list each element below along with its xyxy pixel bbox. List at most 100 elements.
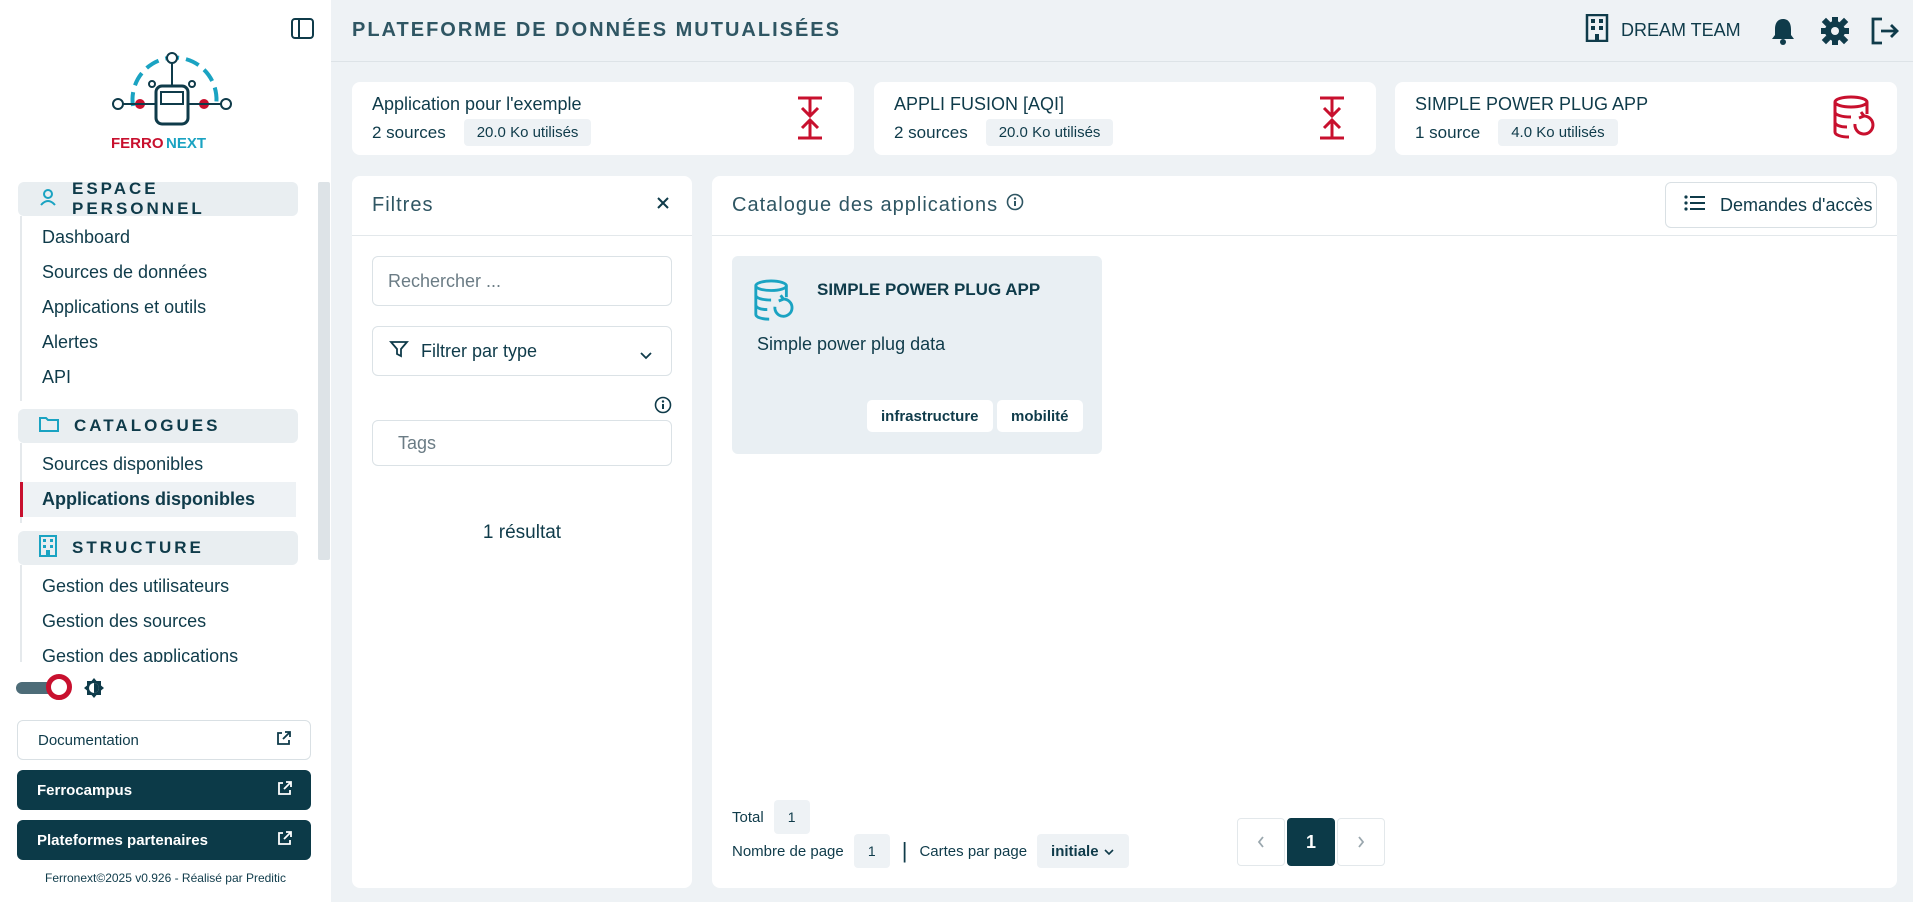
documentation-button[interactable]: Documentation	[17, 720, 311, 760]
pagination: 1	[1237, 818, 1385, 866]
type-filter-select[interactable]: Filtrer par type	[372, 326, 672, 376]
tags-input[interactable]: Tags	[372, 420, 672, 466]
usage-card-sources: 2 sources	[372, 122, 446, 142]
section-structure[interactable]: STRUCTURE	[18, 531, 298, 565]
transfer-icon	[1310, 94, 1354, 142]
usage-card[interactable]: SIMPLE POWER PLUG APP 1 source 4.0 Ko ut…	[1395, 82, 1897, 155]
info-icon[interactable]	[1006, 193, 1024, 217]
sidebar-item-api[interactable]: API	[22, 360, 298, 395]
plateformes-partenaires-button[interactable]: Plateformes partenaires	[17, 820, 311, 860]
usage-card-title: APPLI FUSION [AQI]	[894, 94, 1065, 114]
sidebar-item-gestion-utilisateurs[interactable]: Gestion des utilisateurs	[22, 569, 298, 604]
svg-text:FERRO: FERRO	[111, 135, 164, 152]
sidebar-item-gestion-sources[interactable]: Gestion des sources	[22, 604, 298, 639]
ferrocampus-button[interactable]: Ferrocampus	[17, 770, 311, 810]
filters-title: Filtres	[372, 194, 434, 216]
sidebar: FERRO NEXT ESPACE PERSONNEL Dashboard So…	[0, 0, 331, 902]
usage-card-badge: 20.0 Ko utilisés	[463, 119, 592, 146]
sidebar-item-dashboard[interactable]: Dashboard	[22, 220, 298, 255]
next-page-button[interactable]	[1337, 818, 1385, 866]
bell-icon[interactable]	[1767, 15, 1799, 47]
chevron-right-icon	[1358, 836, 1365, 848]
footer-note: Ferronext©2025 v0.926 - Réalisé par Pred…	[45, 871, 286, 885]
page-button-current[interactable]: 1	[1287, 818, 1335, 866]
svg-text:NEXT: NEXT	[166, 135, 206, 152]
plateformes-partenaires-label: Plateformes partenaires	[37, 831, 208, 849]
search-placeholder: Rechercher ...	[388, 270, 502, 291]
close-icon[interactable]	[656, 196, 670, 215]
building-icon	[38, 534, 58, 562]
prev-page-button[interactable]	[1237, 818, 1285, 866]
tag-chip[interactable]: infrastructure	[867, 400, 993, 432]
list-icon	[1684, 194, 1706, 217]
transfer-icon	[788, 94, 832, 142]
app-card-description: Simple power plug data	[757, 334, 946, 354]
ferrocampus-label: Ferrocampus	[37, 781, 133, 799]
usage-card-title: Application pour l'exemple	[372, 94, 582, 114]
database-refresh-icon	[1831, 94, 1875, 142]
nav-group-espace-personnel: Dashboard Sources de données Application…	[20, 216, 298, 401]
nav-group-structure: Gestion des utilisateurs Gestion des sou…	[20, 565, 298, 662]
sidebar-nav: ESPACE PERSONNEL Dashboard Sources de do…	[18, 182, 298, 662]
total-row: Total 1	[732, 800, 810, 834]
sidebar-item-sources-disponibles[interactable]: Sources disponibles	[22, 447, 298, 482]
top-header: PLATEFORME DE DONNÉES MUTUALISÉES DREAM …	[331, 0, 1913, 62]
per-page-select[interactable]: initiale	[1037, 834, 1129, 868]
folder-icon	[38, 414, 60, 439]
toggle-knob	[46, 674, 72, 700]
filter-icon	[389, 339, 409, 364]
sidebar-item-applications-et-outils[interactable]: Applications et outils	[22, 290, 298, 325]
sidebar-toggle-icon[interactable]	[290, 16, 316, 42]
section-label: CATALOGUES	[74, 416, 221, 435]
ferronext-logo[interactable]: FERRO NEXT	[108, 48, 238, 158]
logout-icon[interactable]	[1869, 15, 1901, 47]
nav-group-catalogues: Sources disponibles Applications disponi…	[20, 443, 298, 523]
per-page-value: initiale	[1051, 842, 1099, 860]
usage-card-title: SIMPLE POWER PLUG APP	[1415, 94, 1649, 114]
search-input[interactable]: Rechercher ...	[372, 256, 672, 306]
info-icon[interactable]	[654, 396, 672, 414]
tags-placeholder: Tags	[398, 432, 437, 453]
usage-card-sources: 2 sources	[894, 122, 968, 142]
usage-card-badge: 20.0 Ko utilisés	[985, 119, 1114, 146]
access-requests-button[interactable]: Demandes d'accès	[1665, 182, 1877, 228]
database-refresh-icon	[752, 278, 794, 324]
team-selector[interactable]: DREAM TEAM	[1585, 13, 1741, 47]
building-icon	[1585, 13, 1609, 47]
chevron-down-icon	[1103, 843, 1115, 860]
external-link-icon	[277, 830, 293, 850]
documentation-label: Documentation	[38, 731, 139, 749]
gear-icon[interactable]	[1819, 15, 1851, 47]
catalogue-title: Catalogue des applications	[732, 193, 999, 216]
total-value: 1	[773, 800, 810, 834]
catalogue-panel: Catalogue des applications Demandes d'ac…	[712, 176, 1897, 888]
section-espace-personnel[interactable]: ESPACE PERSONNEL	[18, 182, 298, 218]
team-name: DREAM TEAM	[1621, 20, 1741, 40]
tag-chip[interactable]: mobilité	[997, 400, 1083, 432]
type-filter-label: Filtrer par type	[421, 340, 538, 361]
app-card-title: SIMPLE POWER PLUG APP	[817, 280, 1041, 299]
result-count: 1 résultat	[482, 522, 562, 543]
usage-card-badge: 4.0 Ko utilisés	[1498, 119, 1618, 146]
access-requests-label: Demandes d'accès	[1720, 194, 1873, 215]
sidebar-item-applications-disponibles[interactable]: Applications disponibles	[20, 482, 296, 517]
section-label: ESPACE PERSONNEL	[72, 182, 205, 218]
sidebar-item-gestion-applications[interactable]: Gestion des applications	[22, 639, 298, 662]
sidebar-scrollbar[interactable]	[318, 182, 330, 560]
usage-card[interactable]: Application pour l'exemple 2 sources 20.…	[352, 82, 854, 155]
sidebar-item-sources-de-donnees[interactable]: Sources de données	[22, 255, 298, 290]
separator: |	[901, 838, 908, 863]
page-count-label: Nombre de page	[732, 842, 844, 860]
page-count-value: 1	[853, 834, 890, 868]
chevron-down-icon	[639, 345, 653, 366]
user-icon	[38, 187, 58, 212]
sidebar-item-alertes[interactable]: Alertes	[22, 325, 298, 360]
section-catalogues[interactable]: CATALOGUES	[18, 409, 298, 443]
page-title: PLATEFORME DE DONNÉES MUTUALISÉES	[352, 19, 841, 41]
per-page-label: Cartes par page	[919, 842, 1028, 860]
total-label: Total	[732, 808, 764, 826]
theme-toggle[interactable]	[16, 674, 72, 702]
usage-card[interactable]: APPLI FUSION [AQI] 2 sources 20.0 Ko uti…	[874, 82, 1376, 155]
filters-panel: Filtres Rechercher ... Filtrer par type …	[352, 176, 692, 888]
section-label: STRUCTURE	[72, 538, 204, 557]
